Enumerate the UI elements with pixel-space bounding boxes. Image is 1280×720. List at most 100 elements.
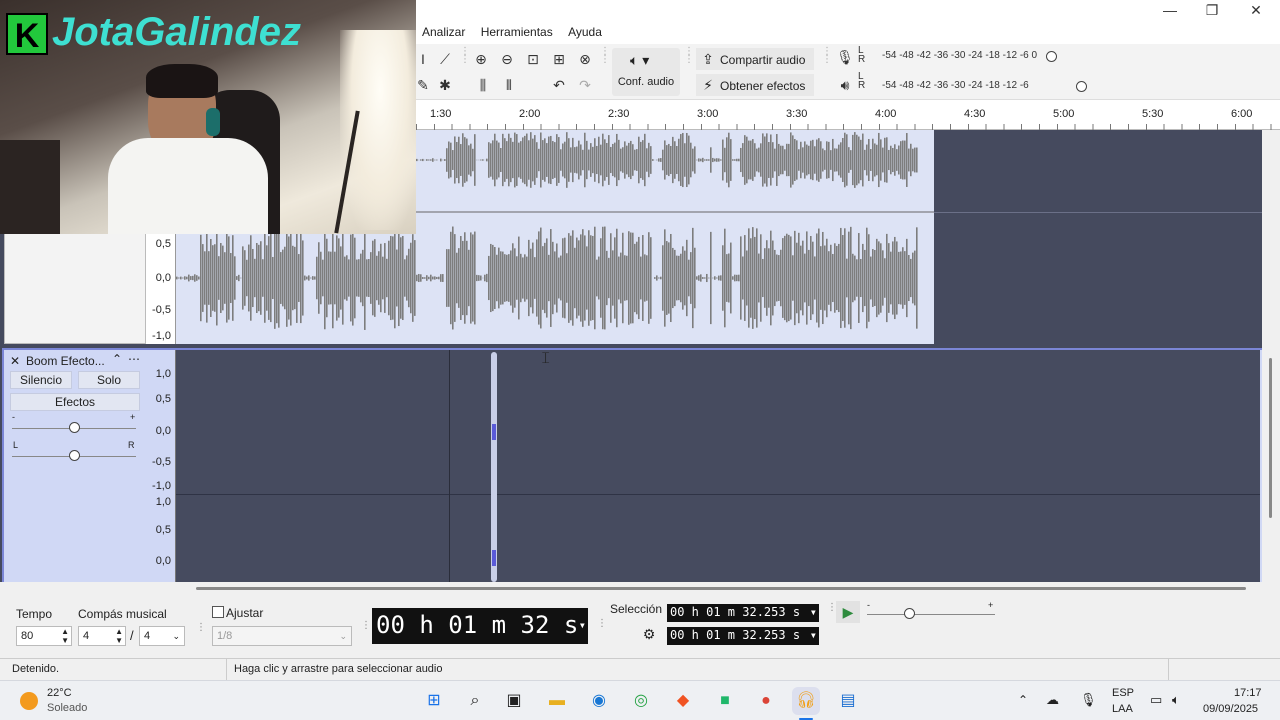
zoom-out-icon[interactable]: ⊖ bbox=[496, 48, 518, 70]
horizontal-scrollbar[interactable] bbox=[0, 582, 1280, 596]
waveform-sample bbox=[712, 277, 714, 279]
whatsapp-icon[interactable]: ◎ bbox=[627, 687, 655, 715]
play-meter-scale[interactable]: -54 -48 -42 -36 -30 -24 -18 -12 -6 bbox=[882, 80, 1029, 91]
chat-app-icon[interactable]: ■ bbox=[711, 687, 739, 715]
waveform-sample bbox=[536, 142, 538, 178]
share-audio-button[interactable]: ⇪ Compartir audio bbox=[696, 48, 814, 70]
track2-control-panel[interactable]: ✕ Boom Efecto... ⌃ ⋯ Silencio Solo Efect… bbox=[4, 350, 146, 582]
silence-icon[interactable]: ⫴ bbox=[498, 74, 520, 96]
time-display[interactable]: 00 h 01 m 32 s ▾ bbox=[372, 608, 588, 644]
audacity-icon[interactable]: 🎧︎ bbox=[792, 687, 820, 715]
menu-analyze[interactable]: Analizar bbox=[416, 22, 471, 42]
language-code[interactable]: ESP bbox=[1112, 687, 1134, 699]
maximize-button[interactable]: ❐ bbox=[1192, 2, 1232, 20]
play-at-speed-icon[interactable]: ▶ bbox=[836, 601, 860, 623]
solo-button[interactable]: Solo bbox=[78, 371, 140, 389]
edge-browser-icon[interactable]: ◉ bbox=[585, 687, 613, 715]
meter-numerator-input[interactable]: 4 ▲ ▼ bbox=[78, 626, 126, 646]
track-menu-icon[interactable]: ⋯ bbox=[128, 352, 140, 366]
record-meter-scale[interactable]: -54 -48 -42 -36 -30 -24 -18 -12 -6 0 bbox=[882, 50, 1037, 61]
record-meter-slider[interactable] bbox=[1046, 51, 1057, 62]
envelope-tool-icon[interactable]: ⟋ bbox=[434, 48, 456, 70]
close-button[interactable]: ✕ bbox=[1236, 2, 1276, 20]
tray-expand-icon[interactable]: ⌃ bbox=[1018, 693, 1028, 707]
minimize-button[interactable]: — bbox=[1150, 2, 1190, 20]
zoom-toggle-icon[interactable]: ⊗ bbox=[574, 48, 596, 70]
snap-select[interactable]: 1/8 ⌄ bbox=[212, 626, 352, 646]
track2-lane[interactable]: 𝙸 bbox=[176, 350, 1260, 582]
waveform-sample bbox=[354, 237, 356, 319]
play-meter-slider[interactable] bbox=[1076, 81, 1087, 92]
pan-slider[interactable] bbox=[69, 450, 80, 461]
timeline-ruler[interactable]: 1:30 2:00 2:30 3:00 3:30 4:00 4:30 5:00 … bbox=[416, 100, 1280, 130]
effect-clip[interactable] bbox=[491, 352, 497, 582]
zoom-in-icon[interactable]: ⊕ bbox=[470, 48, 492, 70]
gear-icon[interactable]: ⚙︎ bbox=[640, 626, 658, 644]
track2-close-icon[interactable]: ✕ bbox=[10, 354, 20, 368]
vertical-scroll-thumb[interactable] bbox=[1269, 358, 1272, 518]
selection-end-time[interactable]: 00 h 01 m 32.253 s ▾ bbox=[667, 627, 819, 645]
waveform-sample bbox=[472, 234, 474, 322]
playback-speaker-icon[interactable]: 🔊︎ bbox=[834, 74, 856, 96]
network-icon[interactable]: ▭ bbox=[1150, 692, 1162, 708]
toolbar-grip[interactable]: ⋮ ⋮ bbox=[822, 47, 832, 96]
sun-icon[interactable] bbox=[20, 692, 38, 710]
speed-slider[interactable] bbox=[904, 608, 915, 619]
meter-spinner-icon[interactable]: ▲ ▼ bbox=[115, 627, 123, 645]
menu-help[interactable]: Ayuda bbox=[562, 22, 608, 42]
meter-denominator-select[interactable]: 4 ⌄ bbox=[139, 626, 185, 646]
clock-date[interactable]: 09/09/2025 bbox=[1203, 703, 1258, 715]
weather-temperature[interactable]: 22°C bbox=[47, 687, 72, 699]
weather-description[interactable]: Soleado bbox=[47, 702, 87, 714]
volume-icon[interactable]: 🔈︎ bbox=[1172, 692, 1180, 708]
toolbar-grip[interactable]: ⋮ bbox=[196, 622, 206, 633]
waveform-sample bbox=[440, 274, 442, 282]
redo-icon[interactable]: ↷ bbox=[574, 74, 596, 96]
task-view-icon[interactable]: ▣ bbox=[500, 687, 528, 715]
vertical-scrollbar[interactable] bbox=[1262, 130, 1280, 582]
toolbar-grip[interactable]: ⋮ bbox=[597, 618, 607, 629]
undo-icon[interactable]: ↶ bbox=[548, 74, 570, 96]
multi-tool-icon[interactable]: ✱ bbox=[434, 74, 456, 96]
search-icon[interactable]: ⌕ bbox=[461, 687, 489, 715]
trim-icon[interactable]: ⫼ bbox=[472, 74, 494, 96]
gain-slider[interactable] bbox=[69, 422, 80, 433]
selection-start-time[interactable]: 00 h 01 m 32.253 s ▾ bbox=[667, 604, 819, 622]
microphone-icon[interactable]: 🎙︎ bbox=[834, 46, 856, 68]
clock-time[interactable]: 17:17 bbox=[1234, 687, 1262, 699]
waveform-sample bbox=[704, 159, 706, 161]
chrome-icon[interactable]: ● bbox=[752, 687, 780, 715]
effects-button[interactable]: Efectos bbox=[10, 393, 140, 411]
cloud-icon[interactable]: ☁︎ bbox=[1046, 692, 1059, 708]
audio-setup-button[interactable]: 🔈︎ ▾ Conf. audio bbox=[612, 48, 680, 96]
tempo-input[interactable]: 80 ▲ ▼ bbox=[16, 626, 72, 646]
keyboard-layout[interactable]: LAA bbox=[1112, 703, 1133, 715]
waveform-sample bbox=[482, 159, 484, 161]
track2-name[interactable]: Boom Efecto... bbox=[26, 354, 112, 368]
collapse-icon[interactable]: ⌃ bbox=[112, 352, 122, 366]
fit-project-icon[interactable]: ⊞ bbox=[548, 48, 570, 70]
waveform-sample bbox=[486, 273, 488, 283]
menu-tools[interactable]: Herramientas bbox=[475, 22, 559, 42]
windows-start-icon[interactable]: ⊞ bbox=[420, 687, 448, 715]
fit-selection-icon[interactable]: ⊡ bbox=[522, 48, 544, 70]
brave-browser-icon[interactable]: ◆ bbox=[669, 687, 697, 715]
waveform-sample bbox=[780, 145, 782, 175]
scale-label: 0,0 bbox=[155, 272, 171, 284]
track2-vertical-scale[interactable]: 1,0 0,5 0,0 -0,5 -1,0 1,0 0,5 0,0 bbox=[146, 350, 176, 582]
toolbar-grip[interactable]: ⋮ bbox=[361, 620, 371, 631]
tempo-spinner-icon[interactable]: ▲ ▼ bbox=[61, 627, 69, 645]
microphone-tray-icon[interactable]: 🎙︎ bbox=[1080, 692, 1097, 708]
file-explorer-icon[interactable]: ▬ bbox=[543, 687, 571, 715]
waveform-sample bbox=[738, 274, 740, 282]
mute-button[interactable]: Silencio bbox=[10, 371, 72, 389]
get-effects-button[interactable]: ⚡︎ Obtener efectos bbox=[696, 74, 814, 96]
waveform-sample bbox=[586, 140, 588, 180]
toolbar-grip[interactable]: ⋮ ⋮ bbox=[684, 47, 694, 96]
toolbar-grip[interactable]: ⋮ ⋮ bbox=[600, 47, 610, 96]
snap-checkbox[interactable] bbox=[212, 606, 224, 618]
waveform-sample bbox=[904, 251, 906, 305]
toolbar-grip[interactable]: ⋮ ⋮ bbox=[460, 47, 470, 96]
horizontal-scroll-thumb[interactable] bbox=[196, 587, 1246, 590]
notepad-icon[interactable]: ▤ bbox=[834, 687, 862, 715]
